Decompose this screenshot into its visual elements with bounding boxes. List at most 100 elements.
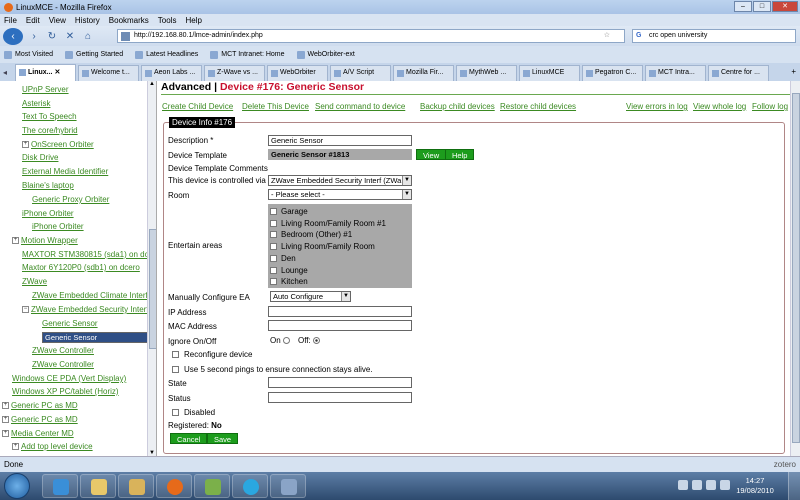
tray-volume-icon[interactable]	[720, 480, 730, 490]
room-select[interactable]: - Please select - ▼	[268, 189, 412, 200]
back-button[interactable]: ‹	[3, 27, 23, 45]
tab[interactable]: Z-Wave vs ...	[204, 65, 265, 81]
scroll-thumb[interactable]	[792, 93, 800, 443]
tab[interactable]: MCT Intra...	[645, 65, 706, 81]
sidebar-item[interactable]: MAXTOR STM380815 (sda1) on dce	[22, 250, 153, 259]
expand-icon[interactable]: +	[2, 402, 9, 410]
sidebar-item[interactable]: iPhone Orbiter	[32, 222, 84, 231]
help-button[interactable]: Help	[445, 149, 475, 160]
menu-tools[interactable]: Tools	[158, 16, 177, 25]
tab[interactable]: MythWeb ...	[456, 65, 517, 81]
entertain-area-option[interactable]: Living Room/Family Room	[270, 242, 375, 251]
sidebar-item[interactable]: ZWave Embedded Climate Interfa	[32, 291, 152, 300]
disabled-option[interactable]: Disabled	[172, 408, 215, 417]
tray-flag-icon[interactable]	[692, 480, 702, 490]
sidebar-item[interactable]: Text To Speech	[22, 112, 77, 121]
entertain-area-option[interactable]: Den	[270, 254, 296, 263]
menu-help[interactable]: Help	[185, 16, 201, 25]
maximize-button[interactable]: □	[753, 1, 771, 12]
sidebar-item[interactable]: The core/hybrid	[22, 126, 78, 135]
radio-off-selected[interactable]	[312, 337, 320, 345]
menu-bookmarks[interactable]: Bookmarks	[109, 16, 149, 25]
sidebar-item[interactable]: Generic Proxy Orbiter	[32, 195, 109, 204]
checkbox[interactable]	[270, 231, 277, 238]
sidebar-item[interactable]: External Media Identifier	[22, 167, 108, 176]
entertain-area-option[interactable]: Garage	[270, 207, 308, 216]
backup-child-devices-link[interactable]: Backup child devices	[420, 102, 495, 111]
page-scrollbar[interactable]	[790, 81, 800, 456]
scroll-up-icon[interactable]: ▲	[149, 81, 155, 87]
sidebar-scrollbar[interactable]: ▲ ▼	[147, 81, 156, 456]
tab[interactable]: WebOrbiter	[267, 65, 328, 81]
taskbar-pictures-icon[interactable]	[118, 474, 154, 498]
bookmark-item[interactable]: Latest Headlines	[135, 50, 198, 59]
entertain-area-option[interactable]: Kitchen	[270, 277, 308, 286]
sidebar-item[interactable]: iPhone Orbiter	[22, 209, 74, 218]
sidebar-item[interactable]: Disk Drive	[22, 153, 58, 162]
sidebar-item[interactable]: Windows CE PDA (Vert Display)	[12, 374, 126, 383]
view-whole-log-link[interactable]: View whole log	[693, 102, 746, 111]
follow-log-link[interactable]: Follow log	[752, 102, 788, 111]
tab-scroll-left-icon[interactable]: ◂	[3, 68, 7, 77]
zotero-button[interactable]: zotero	[774, 457, 796, 472]
view-errors-link[interactable]: View errors in log	[626, 102, 688, 111]
view-button[interactable]: View	[416, 149, 447, 160]
ignore-on-option[interactable]: On	[270, 336, 290, 345]
manual-ea-select[interactable]: Auto Configure ▼	[270, 291, 351, 302]
menu-history[interactable]: History	[75, 16, 100, 25]
tab[interactable]: Centre for ...	[708, 65, 769, 81]
scroll-thumb[interactable]	[149, 229, 156, 349]
expand-icon[interactable]: +	[22, 141, 29, 149]
close-button[interactable]: ✕	[772, 1, 798, 12]
sidebar-item[interactable]: Windows XP PC/tablet (Horiz)	[12, 387, 119, 396]
sidebar-item[interactable]: + Motion Wrapper	[12, 236, 78, 245]
ignore-off-option[interactable]: Off:	[298, 336, 320, 345]
taskbar-explorer-icon[interactable]	[80, 474, 116, 498]
expand-icon[interactable]: +	[2, 416, 9, 424]
sidebar-item[interactable]: ZWave Controller	[32, 346, 94, 355]
radio-on[interactable]	[282, 337, 290, 345]
bookmark-item[interactable]: MCT Intranet: Home	[210, 50, 285, 59]
delete-device-link[interactable]: Delete This Device	[242, 102, 309, 111]
reconfigure-option[interactable]: Reconfigure device	[172, 350, 252, 359]
bookmark-item[interactable]: Getting Started	[65, 50, 123, 59]
taskbar-firefox-icon[interactable]	[156, 474, 192, 498]
sidebar-item[interactable]: Blaine's laptop	[22, 181, 74, 190]
tab-linuxmce-active[interactable]: Linux... ✕	[15, 64, 76, 81]
state-input[interactable]	[268, 377, 412, 388]
sidebar-item[interactable]: + Generic PC as MD	[2, 415, 78, 424]
create-child-device-link[interactable]: Create Child Device	[162, 102, 233, 111]
ip-address-input[interactable]	[268, 306, 412, 317]
pings-option[interactable]: Use 5 second pings to ensure connection …	[172, 365, 373, 374]
checkbox[interactable]	[270, 278, 277, 285]
entertain-area-option[interactable]: Living Room/Family Room #1	[270, 219, 386, 228]
taskbar-skype-icon[interactable]	[232, 474, 268, 498]
forward-icon[interactable]: ›	[27, 31, 41, 42]
show-desktop-button[interactable]	[788, 472, 800, 500]
minimize-button[interactable]: –	[734, 1, 752, 12]
menu-view[interactable]: View	[49, 16, 66, 25]
bookmark-item[interactable]: WebOrbiter-ext	[296, 50, 355, 59]
checkbox[interactable]	[172, 366, 179, 373]
tray-network-icon[interactable]	[706, 480, 716, 490]
sidebar-item[interactable]: Maxtor 6Y120P0 (sdb1) on dcero	[22, 263, 140, 272]
sidebar-item[interactable]: Generic Sensor	[42, 319, 98, 328]
stop-icon[interactable]: ✕	[63, 31, 77, 42]
checkbox[interactable]	[172, 351, 179, 358]
taskbar-network-icon[interactable]	[194, 474, 230, 498]
send-command-link[interactable]: Send command to device	[315, 102, 405, 111]
checkbox[interactable]	[270, 255, 277, 262]
restore-child-devices-link[interactable]: Restore child devices	[500, 102, 576, 111]
tab[interactable]: LinuxMCE	[519, 65, 580, 81]
tab[interactable]: Aeon Labs ...	[141, 65, 202, 81]
sidebar-item[interactable]: ZWave Controller	[32, 360, 94, 369]
expand-icon[interactable]: +	[2, 430, 9, 438]
new-tab-icon[interactable]: +	[791, 67, 796, 76]
save-button[interactable]: Save	[207, 433, 239, 444]
sidebar-item-selected[interactable]: Generic Sensor	[42, 332, 156, 343]
sidebar-item[interactable]: ZWave	[22, 277, 47, 286]
tab[interactable]: Pegatron C...	[582, 65, 643, 81]
checkbox[interactable]	[270, 208, 277, 215]
collapse-icon[interactable]: −	[22, 306, 29, 314]
url-bar[interactable]: http://192.168.80.1/lmce-admin/index.php…	[117, 29, 625, 43]
